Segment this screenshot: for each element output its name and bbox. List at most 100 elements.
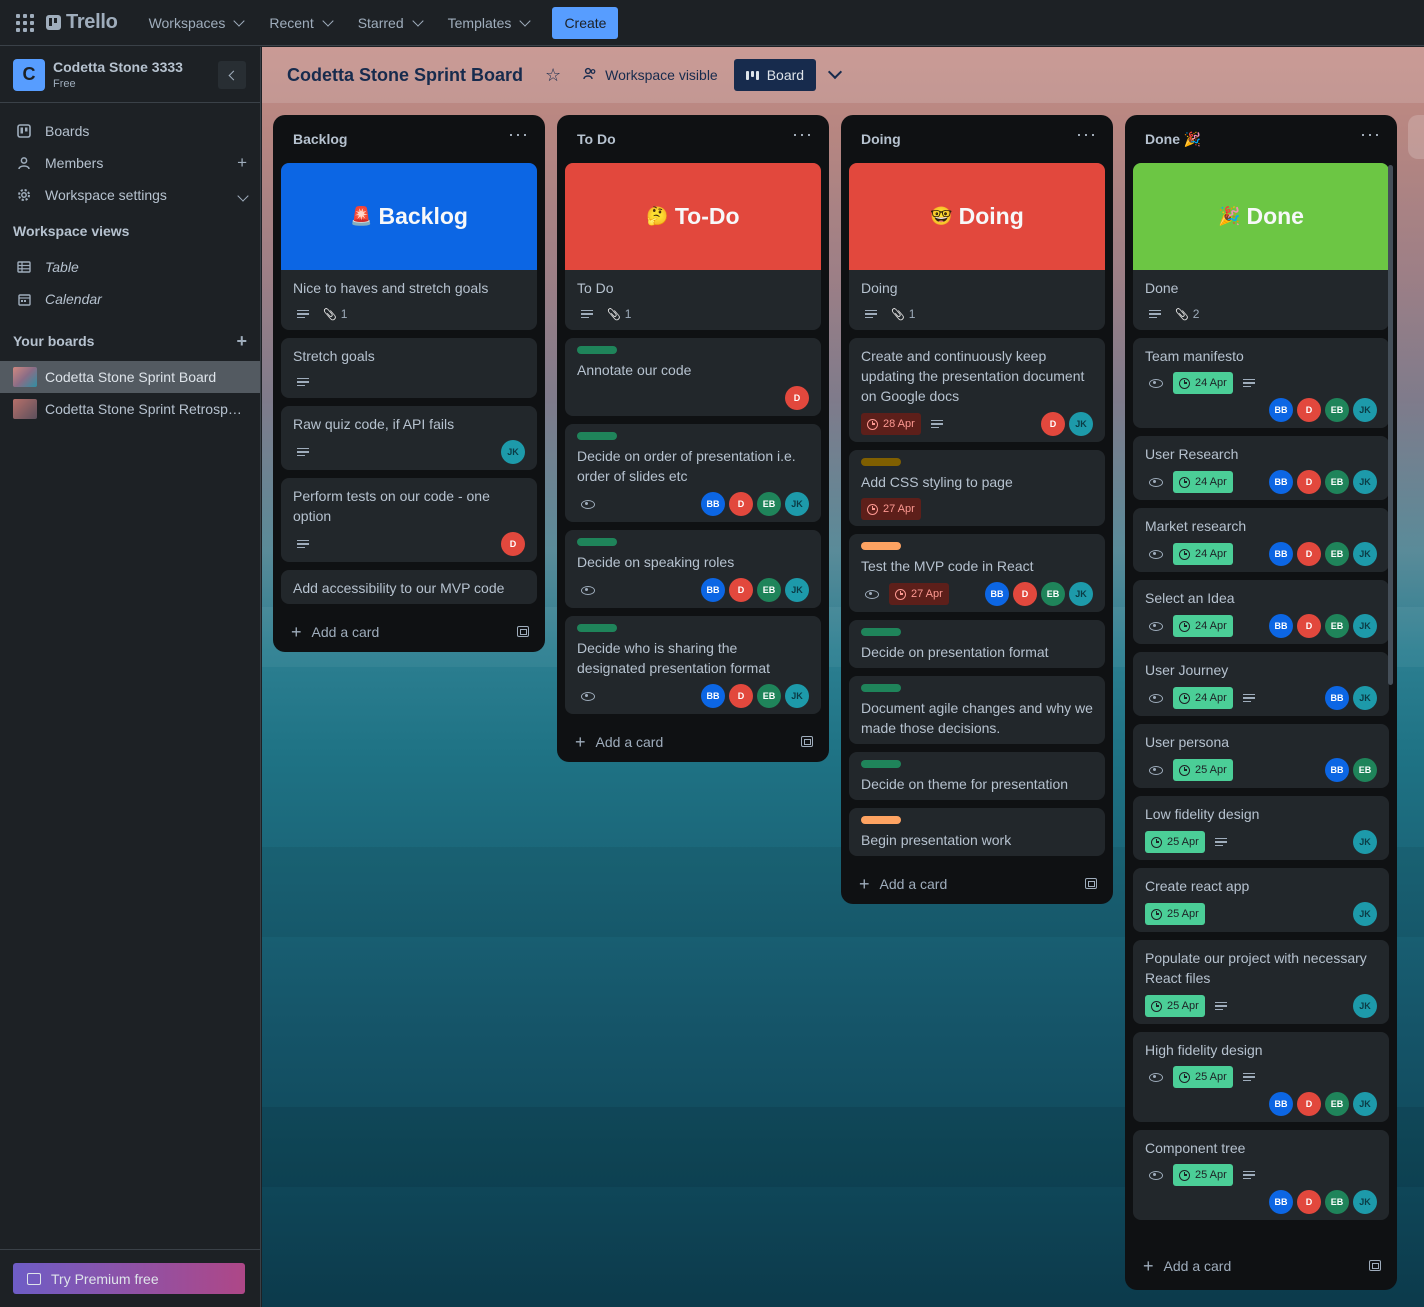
card[interactable]: Add CSS styling to page 27 Apr (849, 450, 1105, 526)
card[interactable]: Component tree 25 Apr BB D EB JK (1133, 1130, 1389, 1220)
member-avatar[interactable]: D (1297, 1190, 1321, 1214)
card[interactable]: Document agile changes and why we made t… (849, 676, 1105, 744)
member-avatar[interactable]: D (1297, 398, 1321, 422)
card[interactable]: Annotate our code D (565, 338, 821, 416)
nav-templates[interactable]: Templates (435, 7, 543, 39)
member-avatar[interactable]: JK (1069, 412, 1093, 436)
member-avatar[interactable]: EB (1325, 542, 1349, 566)
card-label[interactable] (861, 684, 901, 692)
member-avatar[interactable]: D (501, 532, 525, 556)
member-avatar[interactable]: JK (1353, 1092, 1377, 1116)
list-scrollbar[interactable] (1388, 165, 1393, 685)
due-date-badge[interactable]: 24 Apr (1173, 543, 1233, 565)
star-icon[interactable]: ☆ (545, 65, 561, 86)
chevron-down-icon[interactable] (828, 64, 843, 80)
member-avatar[interactable]: BB (701, 578, 725, 602)
card-label[interactable] (577, 346, 617, 354)
trello-logo[interactable]: Trello (46, 11, 118, 34)
member-avatar[interactable]: JK (1353, 902, 1377, 926)
member-avatar[interactable]: BB (701, 492, 725, 516)
card[interactable]: Team manifesto 24 Apr BB D EB JK (1133, 338, 1389, 428)
card[interactable]: User Research 24 Apr BB D EB JK (1133, 436, 1389, 500)
due-date-badge[interactable]: 24 Apr (1173, 687, 1233, 709)
app-switcher-icon[interactable] (14, 12, 36, 34)
sidebar-item-boards[interactable]: Boards (0, 115, 260, 147)
sidebar-board-retrospective[interactable]: Codetta Stone Sprint Retrosp… (0, 393, 260, 425)
card[interactable]: 🤔 To-Do To Do 📎 1 (565, 163, 821, 330)
card-template-icon[interactable] (517, 626, 529, 637)
card[interactable]: Stretch goals (281, 338, 537, 398)
card[interactable]: Market research 24 Apr BB D EB JK (1133, 508, 1389, 572)
list-title[interactable]: Done 🎉 (1145, 131, 1201, 148)
member-avatar[interactable]: JK (785, 684, 809, 708)
member-avatar[interactable]: JK (1353, 542, 1377, 566)
member-avatar[interactable]: JK (785, 578, 809, 602)
member-avatar[interactable]: EB (1353, 758, 1377, 782)
card-label[interactable] (861, 760, 901, 768)
member-avatar[interactable]: EB (1325, 398, 1349, 422)
sidebar-item-members[interactable]: Members + (0, 147, 260, 179)
try-premium-button[interactable]: Try Premium free (13, 1263, 245, 1294)
member-avatar[interactable]: EB (1325, 614, 1349, 638)
member-avatar[interactable]: D (729, 684, 753, 708)
member-avatar[interactable]: D (729, 578, 753, 602)
list-title[interactable]: Doing (861, 131, 901, 147)
card[interactable]: Select an Idea 24 Apr BB D EB JK (1133, 580, 1389, 644)
due-date-badge[interactable]: 25 Apr (1145, 903, 1205, 925)
card-template-icon[interactable] (1085, 878, 1097, 889)
member-avatar[interactable]: BB (1269, 1092, 1293, 1116)
nav-workspaces[interactable]: Workspaces (136, 7, 257, 39)
member-avatar[interactable]: EB (757, 684, 781, 708)
due-date-badge[interactable]: 24 Apr (1173, 471, 1233, 493)
card-label[interactable] (577, 432, 617, 440)
card[interactable]: Create react app 25 Apr JK (1133, 868, 1389, 932)
card[interactable]: Decide on order of presentation i.e. ord… (565, 424, 821, 522)
member-avatar[interactable]: EB (757, 492, 781, 516)
card[interactable]: User Journey 24 Apr BB JK (1133, 652, 1389, 716)
member-avatar[interactable]: BB (1269, 542, 1293, 566)
card[interactable]: Decide on presentation format (849, 620, 1105, 668)
member-avatar[interactable]: D (1041, 412, 1065, 436)
due-date-badge[interactable]: 25 Apr (1173, 1066, 1233, 1088)
member-avatar[interactable]: BB (1269, 398, 1293, 422)
due-date-badge[interactable]: 25 Apr (1173, 1164, 1233, 1186)
member-avatar[interactable]: EB (1325, 1190, 1349, 1214)
card[interactable]: 🤓 Doing Doing 📎 1 (849, 163, 1105, 330)
card[interactable]: Begin presentation work (849, 808, 1105, 856)
member-avatar[interactable]: D (1013, 582, 1037, 606)
board-title[interactable]: Codetta Stone Sprint Board (287, 65, 523, 86)
card[interactable]: High fidelity design 25 Apr BB D EB JK (1133, 1032, 1389, 1122)
member-avatar[interactable]: JK (1353, 994, 1377, 1018)
member-avatar[interactable]: BB (1269, 470, 1293, 494)
card-label[interactable] (861, 542, 901, 550)
member-avatar[interactable]: EB (1325, 470, 1349, 494)
due-date-badge[interactable]: 28 Apr (861, 413, 921, 435)
card-label[interactable] (861, 816, 901, 824)
member-avatar[interactable]: D (1297, 470, 1321, 494)
card[interactable]: Decide on theme for presentation (849, 752, 1105, 800)
sidebar-item-workspace-settings[interactable]: Workspace settings (0, 179, 260, 211)
member-avatar[interactable]: JK (1353, 830, 1377, 854)
nav-starred[interactable]: Starred (345, 7, 435, 39)
card[interactable]: Decide on speaking roles BB D EB JK (565, 530, 821, 608)
member-avatar[interactable]: JK (785, 492, 809, 516)
card[interactable]: Test the MVP code in React 27 Apr BB D EB JK (849, 534, 1105, 612)
board-view-button[interactable]: Board (733, 59, 817, 91)
card[interactable]: Create and continuously keep updating th… (849, 338, 1105, 442)
card[interactable]: 🎉 Done Done 📎 2 (1133, 163, 1389, 330)
due-date-badge[interactable]: 25 Apr (1173, 759, 1233, 781)
add-member-icon[interactable]: + (237, 154, 247, 171)
card[interactable]: 🚨 Backlog Nice to haves and stretch goals 📎… (281, 163, 537, 330)
member-avatar[interactable]: JK (1353, 614, 1377, 638)
member-avatar[interactable]: EB (757, 578, 781, 602)
member-avatar[interactable]: D (1297, 1092, 1321, 1116)
card-label[interactable] (577, 624, 617, 632)
member-avatar[interactable]: JK (1353, 470, 1377, 494)
member-avatar[interactable]: BB (985, 582, 1009, 606)
card-template-icon[interactable] (1369, 1260, 1381, 1271)
card-label[interactable] (577, 538, 617, 546)
chevron-down-icon[interactable] (235, 187, 249, 203)
visibility-button[interactable]: Workspace visible (583, 67, 718, 83)
sidebar-board-sprint[interactable]: Codetta Stone Sprint Board (0, 361, 260, 393)
member-avatar[interactable]: D (729, 492, 753, 516)
